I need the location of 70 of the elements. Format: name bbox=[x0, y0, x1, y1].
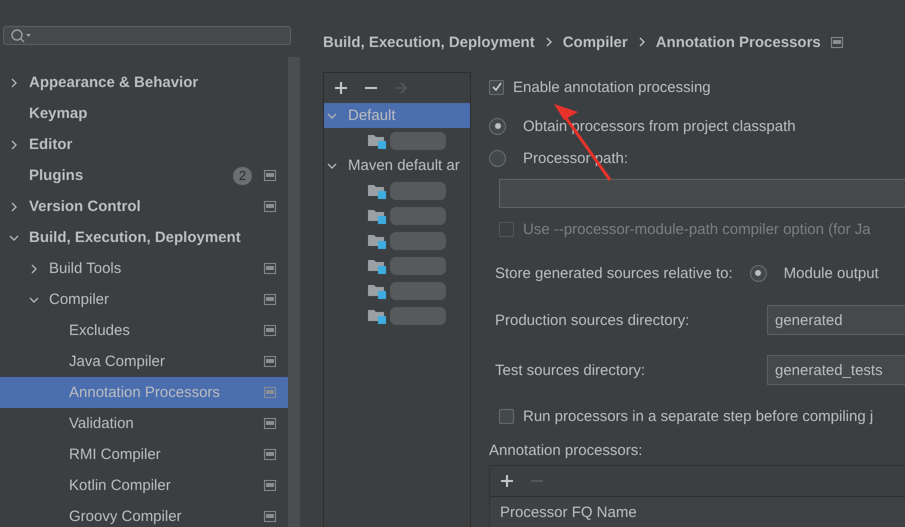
sidebar-item[interactable]: Editor bbox=[0, 129, 288, 160]
sidebar-item[interactable]: Build Tools bbox=[0, 253, 288, 284]
breadcrumb-item[interactable]: Annotation Processors bbox=[656, 34, 821, 50]
sidebar-item[interactable]: Groovy Compiler bbox=[0, 501, 288, 527]
breadcrumb-item[interactable]: Build, Execution, Deployment bbox=[323, 34, 535, 50]
chevron-right-icon bbox=[638, 37, 646, 47]
blurred-text-block bbox=[390, 232, 446, 250]
sidebar-item[interactable]: Keymap bbox=[0, 98, 288, 129]
radio-button[interactable] bbox=[489, 118, 506, 134]
checkbox[interactable] bbox=[489, 80, 504, 94]
blurred-text-block bbox=[390, 132, 446, 150]
checkbox-label: Run processors in a separate step before compiling j bbox=[523, 408, 874, 424]
sidebar-item[interactable]: Version Control bbox=[0, 191, 288, 222]
module-folder-icon bbox=[368, 232, 388, 248]
directory-field[interactable]: generated bbox=[767, 305, 905, 335]
sidebar-item[interactable]: Java Compiler bbox=[0, 346, 288, 377]
module-folder-icon bbox=[368, 258, 388, 274]
project-scope-icon bbox=[264, 449, 276, 460]
processor-path-field[interactable] bbox=[499, 179, 905, 208]
sidebar-item[interactable]: Excludes bbox=[0, 315, 288, 346]
radio-button[interactable] bbox=[489, 150, 506, 166]
module-folder-icon bbox=[368, 282, 388, 298]
search-field[interactable] bbox=[3, 26, 291, 45]
module-folder-icon bbox=[368, 182, 388, 198]
project-scope-icon bbox=[830, 36, 843, 48]
radio-label: Module output bbox=[784, 264, 879, 282]
count-badge: 2 bbox=[233, 166, 252, 184]
add-icon[interactable] bbox=[334, 81, 348, 95]
breadcrumb-item[interactable]: Compiler bbox=[562, 34, 628, 50]
directory-field[interactable]: generated_tests bbox=[767, 355, 905, 385]
blurred-text-block bbox=[390, 256, 446, 274]
checkbox[interactable] bbox=[499, 408, 514, 424]
project-scope-icon bbox=[264, 511, 276, 522]
blurred-text-block bbox=[390, 206, 446, 224]
sidebar-item[interactable]: Build, Execution, Deployment bbox=[0, 222, 288, 253]
sidebar-item[interactable]: Plugins 2 bbox=[0, 160, 288, 191]
module-folder-icon bbox=[368, 132, 388, 148]
blurred-text-block bbox=[390, 282, 446, 300]
project-scope-icon bbox=[264, 263, 276, 274]
module-folder-icon bbox=[368, 308, 388, 324]
sidebar-item[interactable]: RMI Compiler bbox=[0, 439, 288, 470]
column-header[interactable]: Processor FQ Name bbox=[500, 504, 637, 520]
radio-label: Obtain processors from project classpath bbox=[523, 118, 796, 134]
checkbox-label: Use --processor-module-path compiler option (for Ja bbox=[523, 220, 871, 238]
project-scope-icon bbox=[264, 387, 276, 398]
sidebar-item[interactable]: Compiler bbox=[0, 284, 288, 315]
project-scope-icon bbox=[264, 480, 276, 491]
profile-item[interactable]: Maven default ar bbox=[324, 153, 470, 178]
scrollbar[interactable] bbox=[288, 57, 300, 527]
project-scope-icon bbox=[264, 325, 276, 336]
field-label: Test sources directory: bbox=[495, 362, 646, 378]
project-scope-icon bbox=[264, 201, 276, 212]
project-scope-icon bbox=[264, 294, 276, 305]
field-label: Store generated sources relative to: bbox=[495, 264, 733, 282]
radio-button[interactable] bbox=[750, 264, 767, 282]
section-label: Annotation processors: bbox=[489, 442, 644, 459]
blurred-text-block bbox=[390, 306, 446, 324]
sidebar-item[interactable]: Kotlin Compiler bbox=[0, 470, 288, 501]
chevron-right-icon bbox=[544, 37, 553, 47]
project-scope-icon bbox=[264, 170, 276, 181]
blurred-text-block bbox=[390, 182, 446, 200]
project-scope-icon bbox=[264, 418, 276, 429]
field-label: Production sources directory: bbox=[495, 312, 690, 328]
sidebar-item[interactable]: Validation bbox=[0, 408, 288, 439]
search-icon bbox=[10, 28, 32, 44]
add-icon[interactable] bbox=[500, 474, 514, 488]
module-folder-icon bbox=[368, 208, 388, 224]
sidebar-item[interactable]: Appearance & Behavior bbox=[0, 67, 288, 98]
checkbox-label: Enable annotation processing bbox=[513, 78, 711, 96]
project-scope-icon bbox=[264, 356, 276, 367]
